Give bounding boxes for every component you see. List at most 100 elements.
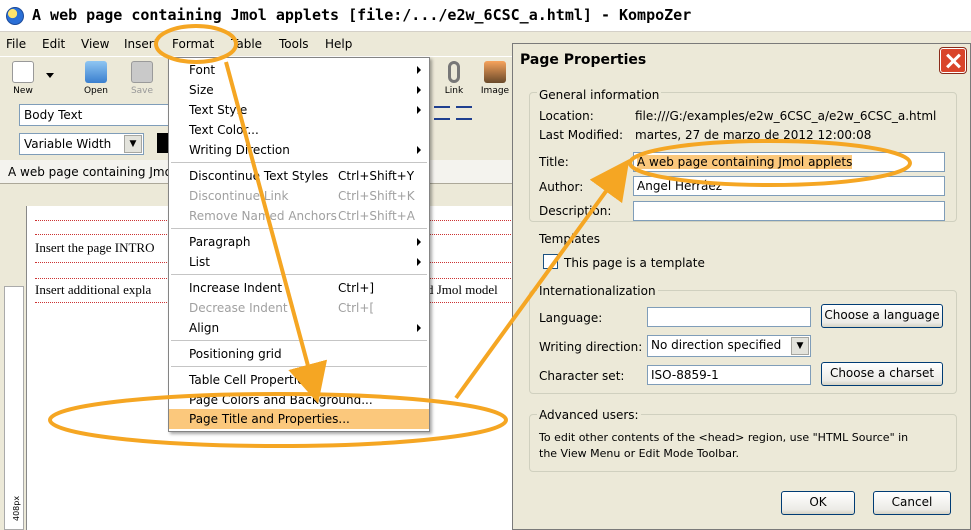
menu-text-color[interactable]: Text Color... bbox=[169, 120, 429, 140]
menu-remove-named-anchors[interactable]: Remove Named Anchors Ctrl+Shift+A bbox=[169, 206, 429, 226]
last-modified-value: martes, 27 de marzo de 2012 12:00:08 bbox=[635, 128, 872, 142]
charset-input[interactable]: ISO-8859-1 bbox=[647, 365, 811, 385]
link-button[interactable]: Link bbox=[431, 59, 477, 99]
close-icon[interactable] bbox=[940, 48, 966, 73]
align-center-icon[interactable] bbox=[434, 106, 450, 120]
writing-direction-select[interactable]: No direction specified ▼ bbox=[647, 335, 811, 357]
submenu-arrow-icon bbox=[417, 86, 421, 94]
submenu-arrow-icon bbox=[417, 66, 421, 74]
image-button-label: Image bbox=[480, 86, 510, 96]
chevron-down-icon: ▼ bbox=[791, 337, 809, 355]
save-button[interactable]: Save bbox=[119, 59, 165, 99]
menu-shortcut: Ctrl+[ bbox=[338, 301, 375, 315]
font-width-select[interactable]: Variable Width ▼ bbox=[19, 133, 144, 155]
font-width-value: Variable Width bbox=[24, 137, 112, 151]
menu-edit[interactable]: Edit bbox=[42, 37, 65, 51]
menu-list[interactable]: List bbox=[169, 252, 429, 272]
additional-text-tail: d Jmol model bbox=[427, 282, 498, 297]
ok-button[interactable]: OK bbox=[781, 491, 855, 515]
save-button-label: Save bbox=[130, 86, 154, 96]
new-dropdown-icon[interactable] bbox=[46, 73, 54, 78]
link-chain-icon bbox=[448, 61, 460, 83]
menu-align[interactable]: Align bbox=[169, 318, 429, 338]
advanced-text-line2: the View Menu or Edit Mode Toolbar. bbox=[539, 447, 739, 460]
menu-separator bbox=[171, 340, 427, 341]
new-button-label: New bbox=[13, 86, 33, 96]
author-label: Author: bbox=[539, 180, 584, 194]
menu-shortcut: Ctrl+Shift+K bbox=[338, 189, 415, 203]
menu-separator bbox=[171, 228, 427, 229]
language-label: Language: bbox=[539, 311, 603, 325]
menu-item-label: Align bbox=[189, 321, 220, 335]
menu-view[interactable]: View bbox=[81, 37, 109, 51]
menu-item-label: Increase Indent bbox=[189, 281, 283, 295]
menu-item-label: Discontinue Link bbox=[189, 189, 289, 203]
menu-item-label: Decrease Indent bbox=[189, 301, 288, 315]
menu-page-title-properties[interactable]: Page Title and Properties... bbox=[169, 409, 429, 429]
title-label: Title: bbox=[539, 155, 569, 169]
menu-page-colors[interactable]: Page Colors and Background... bbox=[169, 390, 429, 410]
menu-table-cell-properties[interactable]: Table Cell Properties... bbox=[169, 370, 429, 390]
title-input[interactable]: A web page containing Jmol applets bbox=[633, 152, 945, 172]
image-button[interactable]: Image bbox=[478, 59, 512, 99]
choose-language-button[interactable]: Choose a language bbox=[821, 304, 943, 328]
menu-discontinue-text-styles[interactable]: Discontinue Text Styles Ctrl+Shift+Y bbox=[169, 166, 429, 186]
menu-table[interactable]: Table bbox=[231, 37, 262, 51]
menu-item-label: Page Title and Properties... bbox=[189, 412, 350, 426]
menu-size-label: Size bbox=[189, 83, 214, 97]
menu-text-style[interactable]: Text Style bbox=[169, 100, 429, 120]
menu-item-label: Page Colors and Background... bbox=[189, 393, 373, 407]
menu-discontinue-link[interactable]: Discontinue Link Ctrl+Shift+K bbox=[169, 186, 429, 206]
format-menu-dropdown: Font Size Text Style Text Color... Writi… bbox=[168, 57, 430, 432]
menu-file[interactable]: File bbox=[6, 37, 26, 51]
menu-font[interactable]: Font bbox=[169, 60, 429, 80]
charset-input-value: ISO-8859-1 bbox=[651, 368, 719, 382]
menu-writing-direction-label: Writing Direction bbox=[189, 143, 290, 157]
menu-decrease-indent[interactable]: Decrease Indent Ctrl+[ bbox=[169, 298, 429, 318]
menu-size[interactable]: Size bbox=[169, 80, 429, 100]
menu-writing-direction[interactable]: Writing Direction bbox=[169, 140, 429, 160]
paragraph-style-select[interactable]: Body Text bbox=[19, 104, 169, 126]
vertical-ruler: 408px bbox=[4, 286, 24, 530]
submenu-arrow-icon bbox=[417, 106, 421, 114]
menu-item-label: Discontinue Text Styles bbox=[189, 169, 329, 183]
description-label: Description: bbox=[539, 204, 612, 218]
window-title-bar: A web page containing Jmol applets [file… bbox=[0, 0, 971, 32]
menu-increase-indent[interactable]: Increase Indent Ctrl+] bbox=[169, 278, 429, 298]
advanced-text-line1: To edit other contents of the <head> reg… bbox=[539, 431, 909, 444]
open-button[interactable]: Open bbox=[73, 59, 119, 99]
description-input[interactable] bbox=[633, 201, 945, 221]
save-disk-icon bbox=[131, 61, 153, 83]
image-icon bbox=[484, 61, 506, 83]
ruler-label: 408px bbox=[12, 495, 21, 521]
last-modified-label: Last Modified: bbox=[539, 128, 624, 142]
submenu-arrow-icon bbox=[417, 258, 421, 266]
open-folder-icon bbox=[85, 61, 107, 83]
menu-item-label: Paragraph bbox=[189, 235, 251, 249]
new-document-icon bbox=[12, 61, 34, 83]
template-checkbox[interactable] bbox=[543, 254, 558, 269]
menu-insert[interactable]: Insert bbox=[124, 37, 158, 51]
menu-tools[interactable]: Tools bbox=[279, 37, 309, 51]
open-button-label: Open bbox=[83, 86, 109, 96]
menu-positioning-grid[interactable]: Positioning grid bbox=[169, 344, 429, 364]
menu-help[interactable]: Help bbox=[325, 37, 352, 51]
general-info-heading: General information bbox=[537, 88, 662, 102]
template-checkbox-label: This page is a template bbox=[564, 256, 705, 270]
new-button[interactable]: New bbox=[0, 59, 46, 99]
language-input[interactable] bbox=[647, 307, 811, 327]
author-input[interactable]: Angel Herráez bbox=[633, 176, 945, 196]
menu-text-style-label: Text Style bbox=[189, 103, 248, 117]
menu-font-label: Font bbox=[189, 63, 216, 77]
kompozer-app-icon bbox=[6, 7, 24, 25]
choose-charset-button[interactable]: Choose a charset bbox=[821, 362, 943, 386]
align-right-icon[interactable] bbox=[456, 106, 472, 120]
submenu-arrow-icon bbox=[417, 238, 421, 246]
menu-paragraph[interactable]: Paragraph bbox=[169, 232, 429, 252]
menu-format[interactable]: Format bbox=[172, 37, 214, 51]
cancel-button[interactable]: Cancel bbox=[873, 491, 951, 515]
location-label: Location: bbox=[539, 109, 594, 123]
page-properties-dialog: Page Properties General information Loca… bbox=[512, 43, 971, 530]
location-value: file:///G:/examples/e2w_6CSC_a/e2w_6CSC_… bbox=[635, 109, 937, 123]
templates-heading: Templates bbox=[539, 232, 601, 246]
